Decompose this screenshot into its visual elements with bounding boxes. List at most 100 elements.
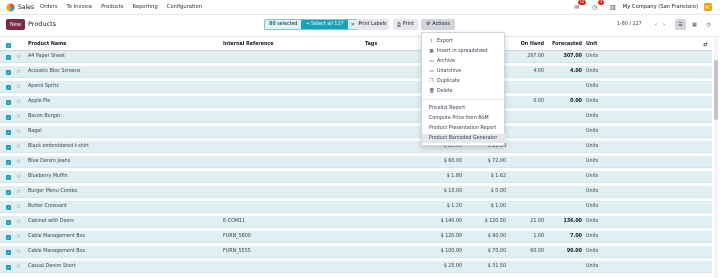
header-tags[interactable]: Tags: [365, 39, 425, 51]
table-row[interactable]: ✓ ☆ Burger Menu Combo $ 10.00 $ 0.00 Units: [0, 186, 712, 198]
row-checkbox[interactable]: ✓: [6, 144, 11, 150]
report-product-presentation-report[interactable]: Product Presentation Report: [422, 124, 506, 133]
pager-next-icon[interactable]: ›: [660, 20, 668, 29]
building-icon[interactable]: ▥: [609, 3, 617, 11]
favorite-star-icon[interactable]: ☆: [16, 246, 21, 258]
action-delete[interactable]: 🗑 Delete: [422, 87, 506, 96]
report-compute-price-from-bom[interactable]: Compute Price from BoM: [422, 114, 506, 123]
favorite-star-icon[interactable]: ☆: [16, 51, 21, 63]
report-pricelist-report[interactable]: Pricelist Report: [422, 104, 506, 113]
menu-reporting[interactable]: Reporting: [133, 4, 158, 10]
table-row[interactable]: ✓ ☆ Apple Pie 0.00 0.00 Units: [0, 96, 712, 108]
menu-to-invoice[interactable]: To Invoice: [66, 4, 92, 10]
print-button[interactable]: ⎙ Print: [393, 19, 418, 30]
optional-columns-icon[interactable]: ⇄: [703, 39, 708, 51]
menu-products[interactable]: Products: [101, 4, 123, 10]
activity-view-icon[interactable]: ◷: [703, 19, 714, 30]
header-product-name[interactable]: Product Name: [28, 39, 218, 51]
actions-button[interactable]: ⚙ Actions: [421, 19, 455, 30]
row-checkbox[interactable]: ✓: [6, 189, 11, 195]
header-forecasted[interactable]: Forecasted: [544, 39, 582, 51]
table-row[interactable]: ✓ ☆ A4 Paper Sheet 297.00 307.00 Units: [0, 51, 712, 63]
row-checkbox[interactable]: ✓: [6, 129, 11, 135]
user-avatar[interactable]: MC: [704, 3, 712, 11]
activity-clock-icon[interactable]: ◷ 3: [591, 0, 604, 11]
menu-configuration[interactable]: Configuration: [167, 4, 202, 10]
product-name: Bagel: [28, 129, 42, 134]
select-all-button[interactable]: → Select all 127: [301, 20, 348, 29]
action-archive[interactable]: ▭ Archive: [422, 57, 506, 66]
gear-icon: ⚙: [426, 22, 431, 27]
favorite-star-icon[interactable]: ☆: [16, 66, 21, 78]
favorite-star-icon[interactable]: ☆: [16, 141, 21, 153]
favorite-star-icon[interactable]: ☆: [16, 186, 21, 198]
table-row[interactable]: ✓ ☆ Cable Management Box FURN_5555 $ 100.00 $…: [0, 246, 712, 258]
action-insert-in-spreadsheet[interactable]: ▦ Insert in spreadsheet: [422, 47, 506, 56]
header-unit[interactable]: Unit: [586, 39, 616, 51]
table-row[interactable]: ✓ ☆ Bacon Burger Units: [0, 111, 712, 123]
table-row[interactable]: ✓ ☆ Blueberry Muffin $ 1.80 $ 1.62 Units: [0, 171, 712, 183]
action-duplicate[interactable]: ❐ Duplicate: [422, 77, 506, 86]
favorite-star-icon[interactable]: ☆: [16, 261, 21, 273]
table-row[interactable]: ✓ ☆ Blue Denim Jeans $ 60.00 $ 72.00 Units: [0, 156, 712, 168]
scrollbar[interactable]: [714, 38, 718, 278]
table-row[interactable]: ✓ ☆ Black embroidered t-shirt $ 25.00 $ 22.5…: [0, 141, 712, 153]
internal-reference: [223, 201, 343, 213]
pager-value[interactable]: 1-80 / 127: [617, 22, 642, 27]
header-internal-reference[interactable]: Internal Reference: [223, 39, 343, 51]
row-checkbox[interactable]: ✓: [6, 54, 11, 60]
print-labels-button[interactable]: Print Labels: [356, 19, 389, 30]
row-checkbox[interactable]: ✓: [6, 219, 11, 225]
select-all-checkbox[interactable]: ✓: [6, 42, 11, 48]
row-checkbox[interactable]: ✓: [6, 84, 11, 90]
row-checkbox[interactable]: ✓: [6, 114, 11, 120]
internal-reference: [223, 111, 343, 123]
sales-price: $ 1.80: [446, 174, 462, 179]
table-row[interactable]: ✓ ☆ Cabinet with Doors E-COM11 $ 140.00 $ 120…: [0, 216, 712, 228]
list-view-icon[interactable]: ☰: [675, 19, 686, 30]
app-name[interactable]: Sales: [18, 4, 34, 11]
favorite-star-icon[interactable]: ☆: [16, 216, 21, 228]
row-checkbox[interactable]: ✓: [6, 234, 11, 240]
table-row[interactable]: ✓ ☆ Cable Management Box FURN_5800 $ 120.00 $…: [0, 231, 712, 243]
favorite-star-icon[interactable]: ☆: [16, 201, 21, 213]
table-row[interactable]: ✓ ☆ Aperol Spritz Units: [0, 81, 712, 93]
forecasted-qty: [544, 81, 582, 93]
cost: $ 1.62: [490, 174, 506, 179]
page-title[interactable]: Products: [28, 20, 56, 28]
pager-previous-icon[interactable]: ‹: [652, 20, 660, 29]
action-unarchive[interactable]: ▭ Unarchive: [422, 67, 506, 76]
company-switcher[interactable]: My Company (San Francisco): [623, 4, 698, 10]
kanban-view-icon[interactable]: ▦: [689, 19, 700, 30]
action-export[interactable]: ⇪ Export: [422, 37, 506, 46]
row-checkbox[interactable]: ✓: [6, 249, 11, 255]
row-checkbox[interactable]: ✓: [6, 264, 11, 270]
messages-icon[interactable]: ✉ 10: [573, 0, 586, 11]
actions-dropdown: ⇪ Export ▦ Insert in spreadsheet ▭ Archive ▭ Un…: [421, 32, 506, 146]
archive-icon: ▭: [429, 59, 434, 64]
row-checkbox[interactable]: ✓: [6, 99, 11, 105]
favorite-star-icon[interactable]: ☆: [16, 96, 21, 108]
table-row[interactable]: ✓ ☆ Casual Denim Short $ 25.00 $ 31.50 Units: [0, 261, 712, 273]
favorite-star-icon[interactable]: ☆: [16, 231, 21, 243]
favorite-star-icon[interactable]: ☆: [16, 126, 21, 138]
report-product-barcoded-generator[interactable]: Product Barcoded Generator: [422, 134, 506, 143]
table-row[interactable]: ✓ ☆ Butter Croissant $ 1.20 $ 1.00 Units: [0, 201, 712, 213]
row-checkbox[interactable]: ✓: [6, 174, 11, 180]
sales-app-icon[interactable]: [6, 3, 15, 12]
row-checkbox[interactable]: ✓: [6, 159, 11, 165]
table-row[interactable]: ✓ ☆ Bagel Units: [0, 126, 712, 138]
row-checkbox[interactable]: ✓: [6, 69, 11, 75]
header-on-hand[interactable]: On Hand: [506, 39, 544, 51]
favorite-star-icon[interactable]: ☆: [16, 111, 21, 123]
row-checkbox[interactable]: ✓: [6, 204, 11, 210]
forecasted-qty: [544, 156, 582, 168]
forecasted-qty: [544, 141, 582, 153]
table-row[interactable]: ✓ ☆ Acoustic Bloc Screens 4.00 4.00 Units: [0, 66, 712, 78]
favorite-star-icon[interactable]: ☆: [16, 156, 21, 168]
favorite-star-icon[interactable]: ☆: [16, 171, 21, 183]
favorite-star-icon[interactable]: ☆: [16, 81, 21, 93]
menu-orders[interactable]: Orders: [40, 4, 57, 10]
new-button[interactable]: New: [6, 19, 25, 30]
scrollbar-thumb[interactable]: [714, 60, 718, 120]
